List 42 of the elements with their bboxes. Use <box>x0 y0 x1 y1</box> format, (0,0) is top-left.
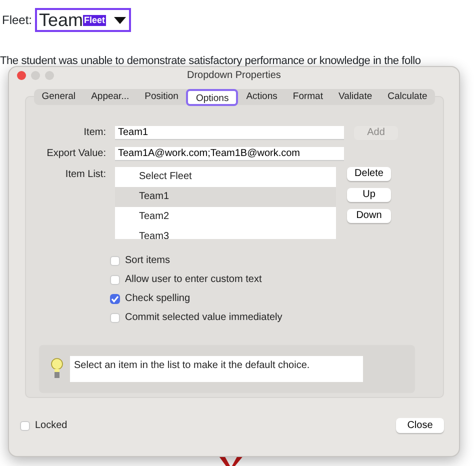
hint-text: Select an item in the list to make it the default choice. <box>70 356 363 382</box>
export-value-label: Export Value: <box>46 147 107 161</box>
locked-label: Locked <box>35 419 68 433</box>
caret-icon <box>114 16 126 24</box>
tab[interactable]: Calculate <box>380 89 436 105</box>
minimize-window-icon[interactable] <box>31 71 40 80</box>
window-title: Dropdown Properties <box>187 69 281 83</box>
checkbox[interactable] <box>110 274 120 284</box>
checkbox-label: Allow user to enter custom text <box>125 273 262 287</box>
list-item[interactable]: Team3 <box>115 227 336 239</box>
list-item[interactable]: Select Fleet <box>115 167 336 187</box>
tab[interactable]: Appear... <box>83 89 137 105</box>
item-listbox[interactable]: Select Fleet Team1 Team2 Team3 <box>115 167 336 239</box>
list-action-button[interactable]: Delete <box>347 167 391 181</box>
item-list-label: Item List: <box>64 168 107 182</box>
tab[interactable]: Options <box>186 88 238 106</box>
close-button[interactable]: Close <box>396 418 444 433</box>
item-field[interactable]: Team1 <box>115 126 344 140</box>
checkbox-label: Commit selected value immediately <box>125 311 282 325</box>
selection-tag: Fleet <box>83 14 106 26</box>
zoom-window-icon[interactable] <box>45 71 54 80</box>
list-action-button[interactable]: Down <box>347 209 391 223</box>
checkbox-label: Check spelling <box>125 292 190 306</box>
tab[interactable]: Position <box>136 89 186 105</box>
list-item[interactable]: Team1 <box>115 187 336 207</box>
list-item[interactable]: Team2 <box>115 207 336 227</box>
sentence: The student was unable to demonstrate satisfactory performance or knowledge in the follo <box>0 54 421 68</box>
export-value-field[interactable]: Team1A@work.com;Team1B@work.com <box>115 146 344 160</box>
tab[interactable]: Validate <box>330 89 380 105</box>
close-window-icon[interactable] <box>17 71 26 80</box>
checkbox[interactable] <box>110 256 120 266</box>
tab[interactable]: General <box>34 89 84 105</box>
checkbox-label: Sort items <box>125 254 170 268</box>
item-label: Item: <box>82 126 107 140</box>
field-label: Fleet: <box>2 12 32 29</box>
tab[interactable]: Actions <box>238 89 286 105</box>
list-action-button[interactable]: Up <box>347 188 391 202</box>
checkbox[interactable] <box>110 294 120 304</box>
lightbulb-icon <box>51 357 63 381</box>
checkbox[interactable] <box>110 312 120 322</box>
tab[interactable]: Format <box>285 89 331 105</box>
checkbox[interactable] <box>20 420 30 430</box>
